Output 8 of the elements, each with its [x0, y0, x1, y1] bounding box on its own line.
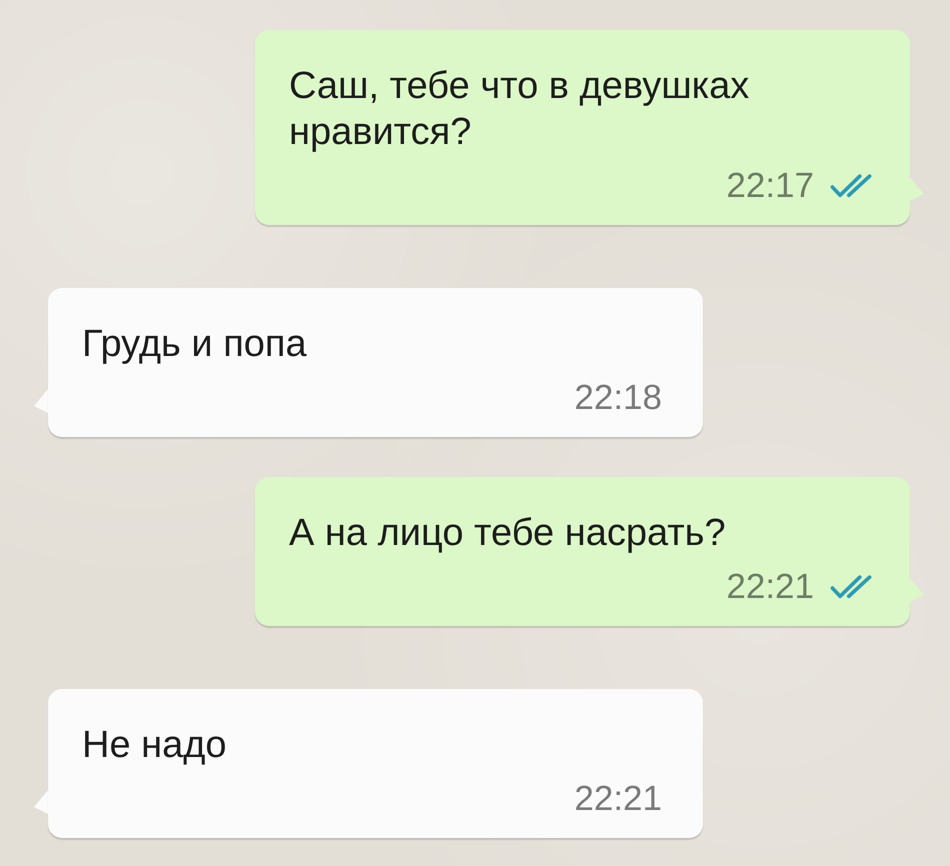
message-text: Не надо	[82, 723, 228, 768]
message-time: 22:18	[574, 378, 662, 418]
message-time: 22:21	[574, 779, 662, 819]
message-time: 22:21	[726, 567, 814, 607]
message-text: Грудь и попа	[82, 322, 308, 367]
message-text: А на лицо тебе насрать?	[289, 511, 727, 556]
message-text: Саш, тебе что в девушках нравится?	[289, 64, 750, 155]
message-time: 22:17	[726, 166, 814, 206]
